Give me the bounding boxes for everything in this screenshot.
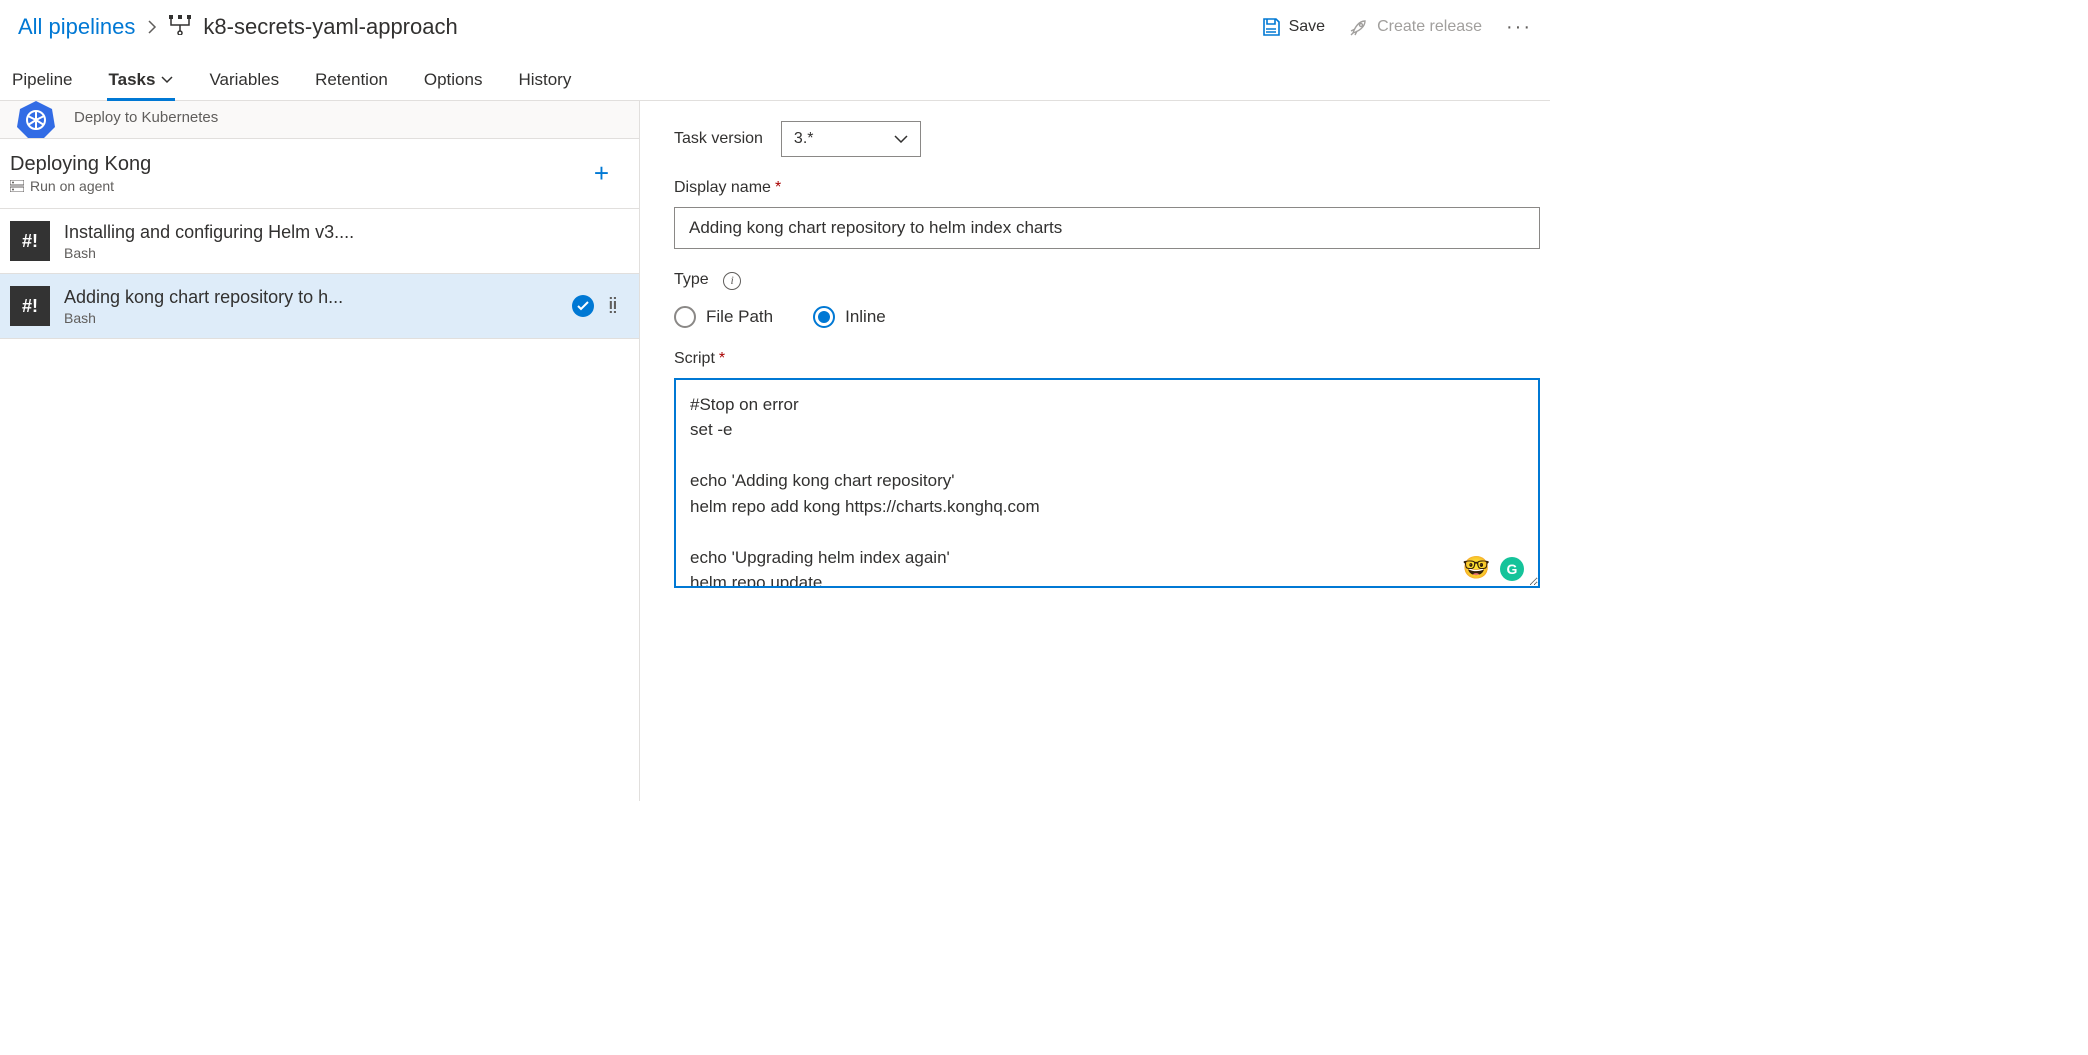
type-label: Type i <box>674 271 1540 290</box>
tab-pipeline[interactable]: Pipeline <box>10 60 75 100</box>
script-textarea[interactable] <box>674 378 1540 588</box>
stage-row[interactable]: Deploy to Kubernetes <box>0 101 639 139</box>
radio-label: Inline <box>845 307 886 327</box>
kubernetes-icon <box>14 97 58 141</box>
type-radio-group: File Path Inline <box>674 306 1540 328</box>
task-version-select[interactable]: 3.* <box>781 121 921 157</box>
server-icon <box>10 180 24 192</box>
header-actions: Save Create release ··· <box>1261 16 1532 39</box>
tab-variables[interactable]: Variables <box>207 60 281 100</box>
radio-label: File Path <box>706 307 773 327</box>
rocket-icon <box>1349 17 1369 37</box>
right-panel: Task version 3.* Display name* Type i <box>640 101 1550 801</box>
display-name-label: Display name* <box>674 179 1540 197</box>
task-type: Bash <box>64 310 558 326</box>
tab-retention[interactable]: Retention <box>313 60 390 100</box>
task-type: Bash <box>64 245 619 261</box>
task-row[interactable]: #! Installing and configuring Helm v3...… <box>0 209 639 274</box>
radio-icon <box>674 306 696 328</box>
task-row[interactable]: #! Adding kong chart repository to h... … <box>0 274 639 339</box>
job-subtitle-text: Run on agent <box>30 178 114 194</box>
display-name-input[interactable] <box>674 207 1540 249</box>
tab-tasks[interactable]: Tasks <box>107 60 176 101</box>
create-release-label: Create release <box>1377 18 1482 36</box>
add-task-button[interactable]: + <box>584 158 619 189</box>
save-icon <box>1261 17 1281 37</box>
task-title: Installing and configuring Helm v3.... <box>64 222 619 243</box>
check-circle-icon <box>572 295 594 317</box>
drag-handle-icon[interactable]: ⠿⠿ <box>608 300 619 312</box>
breadcrumb-root-link[interactable]: All pipelines <box>18 14 135 40</box>
task-version-value: 3.* <box>794 130 814 148</box>
tabs-row: Pipeline Tasks Variables Retention Optio… <box>0 40 1550 101</box>
tab-tasks-label: Tasks <box>109 70 156 90</box>
tab-options[interactable]: Options <box>422 60 485 100</box>
breadcrumb: All pipelines k8-secrets-yaml-approach <box>18 14 458 40</box>
script-label: Script* <box>674 350 1540 368</box>
task-title: Adding kong chart repository to h... <box>64 287 558 308</box>
chevron-right-icon <box>147 20 157 34</box>
tab-history[interactable]: History <box>516 60 573 100</box>
info-icon[interactable]: i <box>723 272 741 290</box>
job-header[interactable]: Deploying Kong Run on agent + <box>0 139 639 209</box>
stage-subtitle: Deploy to Kubernetes <box>74 109 218 126</box>
header-bar: All pipelines k8-secrets-yaml-approach S… <box>0 0 1550 40</box>
floating-badges: 🤓 G <box>1463 555 1524 581</box>
pipeline-release-icon <box>169 15 191 35</box>
radio-icon <box>813 306 835 328</box>
type-option-inline[interactable]: Inline <box>813 306 886 328</box>
job-title: Deploying Kong <box>10 153 151 176</box>
bash-task-icon: #! <box>10 286 50 326</box>
type-option-file-path[interactable]: File Path <box>674 306 773 328</box>
grammarly-icon[interactable]: G <box>1500 557 1524 581</box>
left-panel: Deploy to Kubernetes Deploying Kong Run … <box>0 101 640 801</box>
emoji-nerd-icon[interactable]: 🤓 <box>1463 555 1490 581</box>
more-actions-button[interactable]: ··· <box>1506 16 1532 39</box>
create-release-button[interactable]: Create release <box>1349 17 1482 37</box>
chevron-down-icon <box>161 76 173 84</box>
save-label: Save <box>1289 18 1325 36</box>
bash-task-icon: #! <box>10 221 50 261</box>
job-subtitle: Run on agent <box>10 178 151 194</box>
breadcrumb-title: k8-secrets-yaml-approach <box>203 14 457 40</box>
task-version-label: Task version <box>674 130 763 148</box>
chevron-down-icon <box>894 135 908 143</box>
main-content: Deploy to Kubernetes Deploying Kong Run … <box>0 101 1550 801</box>
save-button[interactable]: Save <box>1261 17 1325 37</box>
